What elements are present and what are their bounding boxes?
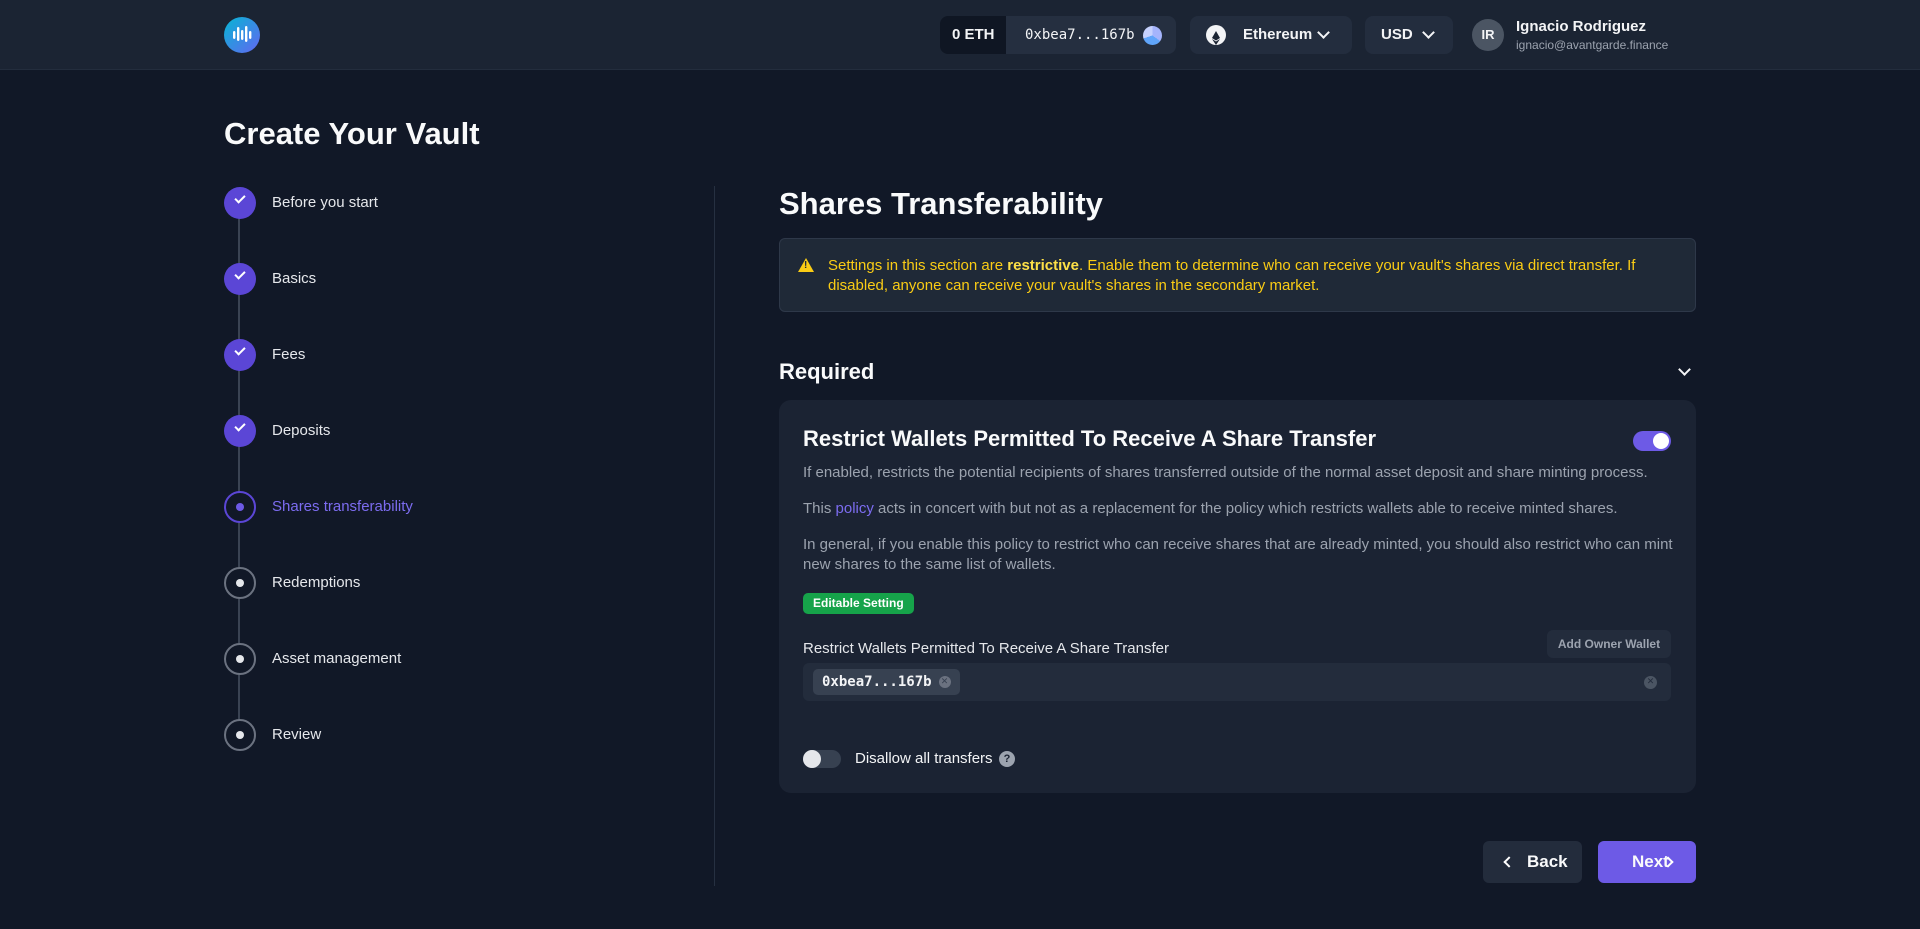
- chevron-down-icon: [1422, 26, 1435, 39]
- step-item[interactable]: Review: [224, 719, 624, 751]
- address-tag: 0xbea7...167b ✕: [813, 669, 960, 695]
- required-section-title: Required: [779, 359, 875, 384]
- wallet-address: 0xbea7...167b: [1025, 27, 1135, 43]
- policy-note: This policy acts in concert with but not…: [803, 500, 1618, 517]
- policy-toggle[interactable]: [1633, 431, 1671, 451]
- policy-description: If enabled, restricts the potential reci…: [803, 464, 1648, 481]
- step-dot-icon: [224, 643, 256, 675]
- remove-address-icon[interactable]: ✕: [938, 676, 951, 688]
- wallet-avatar-icon: [1143, 26, 1162, 45]
- step-label: Asset management: [272, 650, 402, 667]
- app-logo-icon[interactable]: [224, 17, 260, 53]
- policy-link[interactable]: policy: [836, 500, 874, 517]
- step-item[interactable]: Fees: [224, 339, 624, 371]
- step-label: Basics: [272, 270, 317, 287]
- wallets-field-label: Restrict Wallets Permitted To Receive A …: [803, 640, 1169, 657]
- wallet-button[interactable]: 0xbea7...167b: [1006, 16, 1176, 54]
- currency-select[interactable]: USD: [1365, 16, 1453, 54]
- add-owner-wallet-button[interactable]: Add Owner Wallet: [1547, 630, 1671, 658]
- disallow-transfers-toggle[interactable]: [803, 750, 841, 768]
- step-dot-icon: [224, 567, 256, 599]
- check-icon: [224, 187, 256, 219]
- step-label: Shares transferability: [272, 498, 413, 515]
- section-title: Shares Transferability: [779, 186, 1103, 221]
- policy-title: Restrict Wallets Permitted To Receive A …: [803, 426, 1377, 451]
- user-email: ignacio@avantgarde.finance: [1516, 38, 1669, 52]
- step-item[interactable]: Basics: [224, 263, 624, 295]
- step-item[interactable]: Deposits: [224, 415, 624, 447]
- check-icon: [224, 339, 256, 371]
- step-dot-icon: [224, 491, 256, 523]
- user-name: Ignacio Rodriguez: [1516, 18, 1647, 35]
- network-label: Ethereum: [1243, 26, 1313, 43]
- next-button[interactable]: Next: [1598, 841, 1696, 883]
- back-button[interactable]: Back: [1483, 841, 1582, 883]
- step-label: Deposits: [272, 422, 331, 439]
- currency-label: USD: [1381, 26, 1413, 43]
- chevron-down-icon: [1317, 26, 1330, 39]
- disallow-transfers-label: Disallow all transfers: [855, 750, 993, 767]
- user-avatar[interactable]: IR: [1472, 19, 1504, 51]
- step-item[interactable]: Shares transferability: [224, 491, 624, 523]
- chevron-left-icon: [1503, 856, 1515, 868]
- ethereum-icon: [1206, 25, 1226, 45]
- step-label: Fees: [272, 346, 306, 363]
- help-icon[interactable]: ?: [999, 751, 1015, 767]
- warning-icon: [798, 258, 814, 272]
- wallet-address-input[interactable]: 0xbea7...167b ✕ ✕: [803, 663, 1671, 701]
- check-icon: [224, 415, 256, 447]
- step-dot-icon: [224, 719, 256, 751]
- eth-balance: 0 ETH: [940, 16, 1007, 54]
- step-label: Redemptions: [272, 574, 361, 591]
- step-item[interactable]: Before you start: [224, 187, 624, 219]
- chevron-down-icon[interactable]: [1678, 363, 1691, 376]
- warning-alert: Settings in this section are restrictive…: [779, 238, 1696, 312]
- network-select[interactable]: Ethereum: [1190, 16, 1352, 54]
- policy-guidance: In general, if you enable this policy to…: [803, 536, 1673, 573]
- step-item[interactable]: Redemptions: [224, 567, 624, 599]
- step-label: Review: [272, 726, 322, 743]
- clear-icon[interactable]: ✕: [1644, 676, 1657, 689]
- page-title: Create Your Vault: [224, 116, 480, 151]
- divider: [714, 186, 715, 886]
- step-item[interactable]: Asset management: [224, 643, 624, 675]
- alert-text: Settings in this section are restrictive…: [828, 257, 1636, 294]
- check-icon: [224, 263, 256, 295]
- top-bar: 0 ETH 0xbea7...167b Ethereum USD IR Igna…: [0, 0, 1920, 70]
- policy-card: Restrict Wallets Permitted To Receive A …: [779, 400, 1696, 793]
- step-label: Before you start: [272, 194, 378, 211]
- editable-setting-badge: Editable Setting: [803, 593, 914, 614]
